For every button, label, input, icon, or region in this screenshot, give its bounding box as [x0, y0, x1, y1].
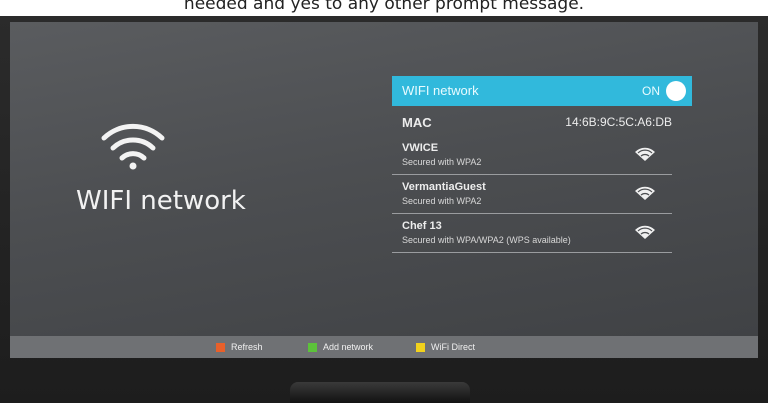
refresh-action[interactable]: Refresh — [216, 341, 263, 353]
add-network-action[interactable]: Add network — [308, 341, 373, 353]
mac-label: MAC — [402, 115, 432, 130]
toggle-state-label: ON — [642, 84, 660, 98]
toggle-knob — [666, 81, 686, 101]
tv-stand — [290, 382, 470, 403]
mac-value: 14:6B:9C:5C:A6:DB — [565, 115, 672, 129]
network-item-vermantiaguest[interactable]: VermantiaGuest Secured with WPA2 — [392, 175, 672, 214]
yellow-key-icon — [416, 342, 425, 352]
network-item-vwice[interactable]: VWICE Secured with WPA2 — [392, 136, 672, 175]
wifi-signal-icon — [635, 186, 655, 200]
red-key-icon — [216, 342, 225, 352]
wifi-signal-icon — [635, 225, 655, 239]
network-ssid: VWICE — [402, 142, 439, 154]
green-key-icon — [308, 342, 317, 352]
mac-row: MAC 14:6B:9C:5C:A6:DB — [392, 106, 692, 136]
refresh-label: Refresh — [231, 342, 263, 352]
network-security: Secured with WPA2 — [402, 157, 482, 167]
add-network-label: Add network — [323, 342, 374, 352]
network-security: Secured with WPA/WPA2 (WPS available) — [402, 235, 571, 245]
network-security: Secured with WPA2 — [402, 196, 482, 206]
network-ssid: Chef 13 — [402, 220, 442, 232]
wifi-signal-icon — [635, 147, 655, 161]
wifi-toggle-label: WIFI network — [402, 83, 479, 98]
tv-screen: WIFI network WIFI network ON MAC 14:6B:9… — [10, 22, 758, 358]
wifi-direct-action[interactable]: WiFi Direct — [416, 341, 475, 353]
caption-text: needed and yes to any other prompt messa… — [183, 0, 585, 14]
page-title: WIFI network — [76, 186, 246, 216]
wifi-icon — [101, 123, 165, 170]
action-bar: Refresh Add network WiFi Direct — [10, 336, 758, 358]
network-ssid: VermantiaGuest — [402, 181, 486, 193]
wifi-toggle[interactable]: ON — [630, 81, 686, 101]
wifi-direct-label: WiFi Direct — [431, 342, 475, 352]
wifi-toggle-row[interactable]: WIFI network ON — [392, 76, 692, 106]
network-item-chef-13[interactable]: Chef 13 Secured with WPA/WPA2 (WPS avail… — [392, 214, 672, 253]
tv-monitor: WIFI network WIFI network ON MAC 14:6B:9… — [0, 16, 768, 403]
wifi-panel: WIFI network ON MAC 14:6B:9C:5C:A6:DB VW… — [392, 76, 692, 253]
